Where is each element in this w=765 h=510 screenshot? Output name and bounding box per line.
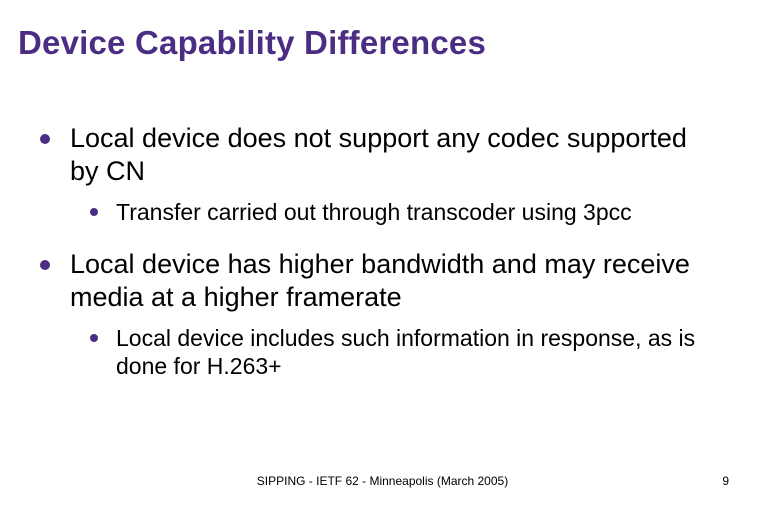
sub-bullet-group: Local device includes such information i… bbox=[90, 324, 747, 380]
slide: Device Capability Differences Local devi… bbox=[0, 0, 765, 510]
bullet-level2: Transfer carried out through transcoder … bbox=[90, 198, 747, 226]
slide-content: Local device does not support any codec … bbox=[18, 122, 747, 380]
sub-bullet-text: Transfer carried out through transcoder … bbox=[116, 198, 632, 226]
bullet-dot-icon bbox=[90, 334, 98, 342]
bullet-level2: Local device includes such information i… bbox=[90, 324, 747, 380]
sub-bullet-text: Local device includes such information i… bbox=[116, 324, 716, 380]
bullet-dot-icon bbox=[40, 134, 50, 144]
bullet-dot-icon bbox=[90, 208, 98, 216]
sub-bullet-group: Transfer carried out through transcoder … bbox=[90, 198, 747, 226]
slide-title: Device Capability Differences bbox=[18, 24, 747, 62]
bullet-dot-icon bbox=[40, 260, 50, 270]
bullet-level1: Local device has higher bandwidth and ma… bbox=[40, 248, 747, 314]
page-number: 9 bbox=[722, 474, 729, 488]
footer-text: SIPPING - IETF 62 - Minneapolis (March 2… bbox=[0, 474, 765, 488]
bullet-text: Local device has higher bandwidth and ma… bbox=[70, 248, 710, 314]
bullet-level1: Local device does not support any codec … bbox=[40, 122, 747, 188]
bullet-text: Local device does not support any codec … bbox=[70, 122, 710, 188]
